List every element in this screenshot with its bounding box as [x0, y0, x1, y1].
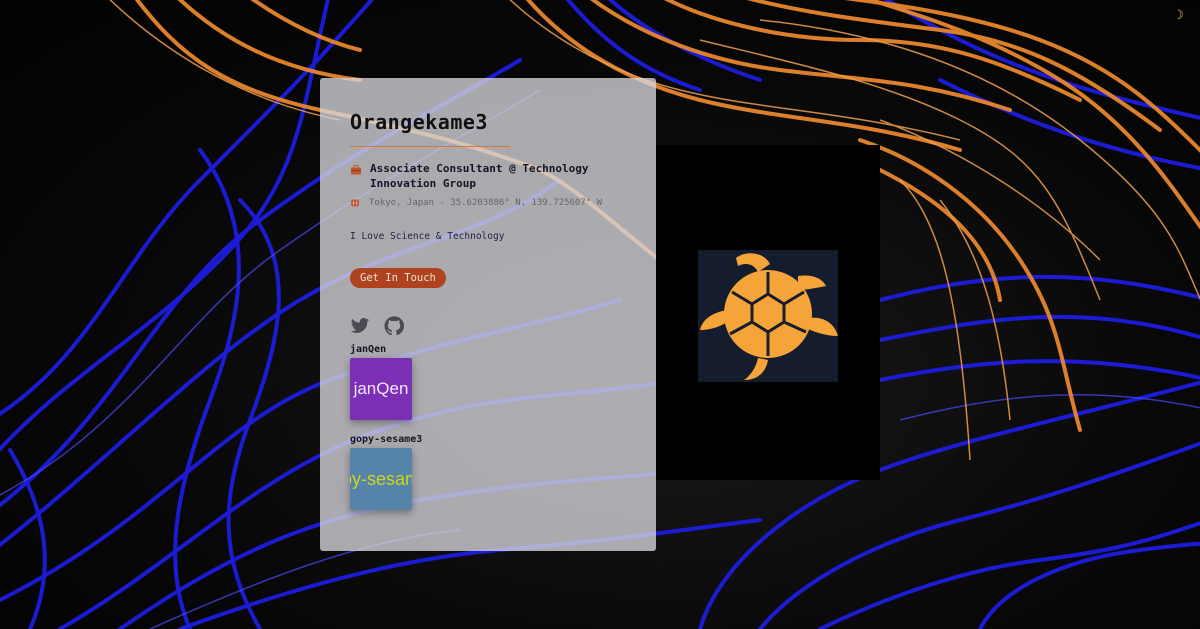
twitter-icon[interactable] [350, 316, 370, 336]
location-text: Tokyo, Japan - 35.6203886° N, 139.725607… [369, 198, 602, 208]
theme-toggle-button[interactable]: ☽ [1172, 8, 1188, 24]
project-item: gopy-sesame3 gopy-sesame3 [350, 434, 626, 510]
get-in-touch-button[interactable]: Get In Touch [350, 268, 446, 288]
project-thumbnail[interactable]: gopy-sesame3 [350, 448, 412, 510]
page: ☽ Orangekame3 Associate Consultant @ Tec… [0, 0, 1200, 629]
job-row: Associate Consultant @ Technology Innova… [350, 161, 626, 191]
project-thumbnail-text: janQen [353, 379, 409, 398]
briefcase-icon [351, 165, 361, 175]
job-title: Associate Consultant @ Technology Innova… [370, 162, 589, 190]
moon-icon: ☽ [1176, 8, 1184, 23]
globe-icon [350, 198, 360, 208]
avatar [698, 250, 838, 382]
location-row: Tokyo, Japan - 35.6203886° N, 139.725607… [350, 191, 626, 209]
bio-text: I Love Science & Technology [350, 231, 505, 242]
profile-name: Orangekame3 [350, 110, 488, 134]
project-thumbnail-text: gopy-sesame3 [350, 468, 412, 489]
social-links [350, 316, 626, 336]
project-name: janQen [350, 344, 387, 355]
project-item: janQen janQen [350, 344, 626, 420]
turtle-icon [700, 253, 838, 380]
project-name: gopy-sesame3 [350, 434, 423, 445]
title-divider [350, 146, 510, 147]
profile-card: Orangekame3 Associate Consultant @ Techn… [320, 78, 656, 551]
github-icon[interactable] [384, 316, 404, 336]
avatar-panel [656, 145, 880, 480]
project-thumbnail[interactable]: janQen [350, 358, 412, 420]
